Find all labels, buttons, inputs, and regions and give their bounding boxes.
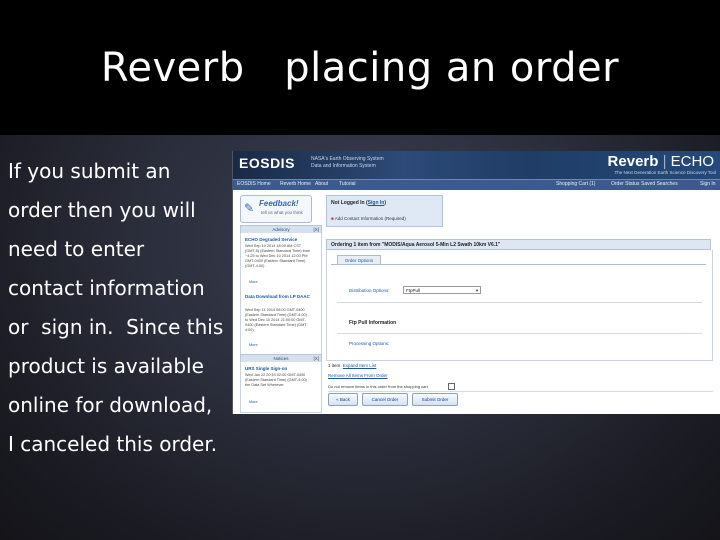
keep-in-cart-label: Do not remove items in this order from t… [328,384,428,389]
nav-tutorial[interactable]: Tutorial [339,181,356,187]
feedback-title: Feedback! [259,199,299,208]
ftp-pull-title: Ftp Pull Information [349,320,397,326]
feedback-button[interactable]: ✎ Feedback! tell us what you think [240,195,312,223]
actions-divider [328,391,713,392]
section-divider [337,302,702,303]
nav-about[interactable]: About [315,181,328,187]
main-content: Not Logged In (Sign In) ■ Add Contact In… [324,192,719,414]
keep-in-cart-checkbox[interactable] [448,383,455,390]
login-box: Not Logged In (Sign In) ■ Add Contact In… [326,195,443,227]
advisory-item-text: Wed Sep 10 2014 18:00 AM CST (GMT-5) (Ea… [245,244,311,268]
advisory-more-link[interactable]: More [249,280,258,284]
nav-shopping-cart[interactable]: Shopping Cart (1) [556,181,595,187]
item-count: 1 item: Expand Item List [328,363,376,368]
login-status: Not Logged In (Sign In) [331,200,386,206]
bullet-icon: ■ [331,216,334,221]
slide-body: If you submit an order then you will nee… [8,152,230,464]
feedback-subtitle: tell us what you think [261,210,303,215]
reverb-screenshot: EOSDIS NASA's Earth Observing System Dat… [232,151,720,414]
notice-item-title[interactable]: URS Single Sign-on [245,366,287,371]
advisory-panel-body: ECHO Degraded Service Wed Sep 10 2014 18… [240,233,322,355]
pen-icon: ✎ [244,201,255,215]
reverb-tagline: The Next Generation Earth Science Discov… [614,170,716,175]
tab-divider [331,264,706,265]
notices-panel-title: Notices [273,356,289,361]
slide-title: Reverb placing an order [100,45,620,91]
nav-reverb-home[interactable]: Reverb Home [280,181,311,187]
add-contact-link[interactable]: ■ Add Contact Information (Required) [331,216,406,221]
logo-separator: | [662,153,667,170]
reverb-wordmark: Reverb [607,153,659,170]
expand-item-list-link[interactable]: Expand Item List [343,363,377,368]
nav-bar: EOSDIS Home Reverb Home About Tutorial S… [233,179,720,190]
body-line: If you submit an [8,159,171,183]
advisory-item-title[interactable]: ECHO Degraded Service [245,237,297,242]
advisory-item-title[interactable]: Data Download from LP DAAC [245,294,310,299]
body-line: product is available [8,354,204,378]
body-line: need to enter [8,237,145,261]
submit-order-button[interactable]: Submit Order [412,393,458,406]
remove-all-items-link[interactable]: Remove All Items From Order [328,373,388,378]
distribution-options-label: Distribution Options: [349,288,390,293]
login-status-text: Not Logged In ( [331,200,368,206]
order-options-panel: Order Options Distribution Options: FtpP… [326,250,713,361]
body-line: I canceled this order. [8,432,218,456]
add-contact-label: Add Contact Information (Required) [334,216,406,221]
nav-saved-searches[interactable]: Saved Searches [641,181,678,187]
processing-options-label: Processing Options: [349,341,390,346]
login-status-closing: ) [384,200,387,206]
reverb-banner: EOSDIS NASA's Earth Observing System Dat… [233,151,720,179]
reverb-echo-logo[interactable]: Reverb | ECHO [608,153,714,170]
chevron-down-icon: ▼ [475,288,479,293]
body-line: or sign in. Since this [8,315,224,339]
order-header: Ordering 1 item from "MODIS/Aqua Aerosol… [326,239,711,250]
distribution-selected-value: FtpPull [406,288,421,293]
body-line: order then you will [8,198,196,222]
notice-item-text: Wed Jan 22 20:14 02:00 GMT-0400 (Eastern… [245,373,307,387]
item-count-prefix: 1 item: [328,363,342,368]
nav-order-status[interactable]: Order Status [611,181,639,187]
back-button[interactable]: « Back [328,393,358,406]
eosdis-logo[interactable]: EOSDIS [239,155,295,171]
advisory-item-text: Wed Sep 11 2014 08:00 GMT-0400 (Eastern … [245,308,308,332]
close-icon[interactable]: [X] [313,226,319,233]
echo-wordmark: ECHO [670,153,714,170]
body-line: contact information [8,276,205,300]
nav-eosdis-home[interactable]: EOSDIS Home [237,181,271,187]
advisory-panel-title: Advisory [272,227,290,232]
advisory-more-link[interactable]: More [249,343,258,347]
sign-in-link[interactable]: Sign In [368,200,385,206]
distribution-options-select[interactable]: FtpPull ▼ [403,286,481,294]
nav-sign-in[interactable]: Sign In [700,181,716,187]
eosdis-tagline: NASA's Earth Observing System Data and I… [311,156,384,169]
cancel-order-button[interactable]: Cancel Order [362,393,408,406]
notices-panel-body: URS Single Sign-on Wed Jan 22 20:14 02:0… [240,362,322,413]
body-line: online for download, [8,393,213,417]
notice-more-link[interactable]: More [249,400,258,404]
close-icon[interactable]: [X] [313,355,319,362]
section-divider [337,333,702,334]
